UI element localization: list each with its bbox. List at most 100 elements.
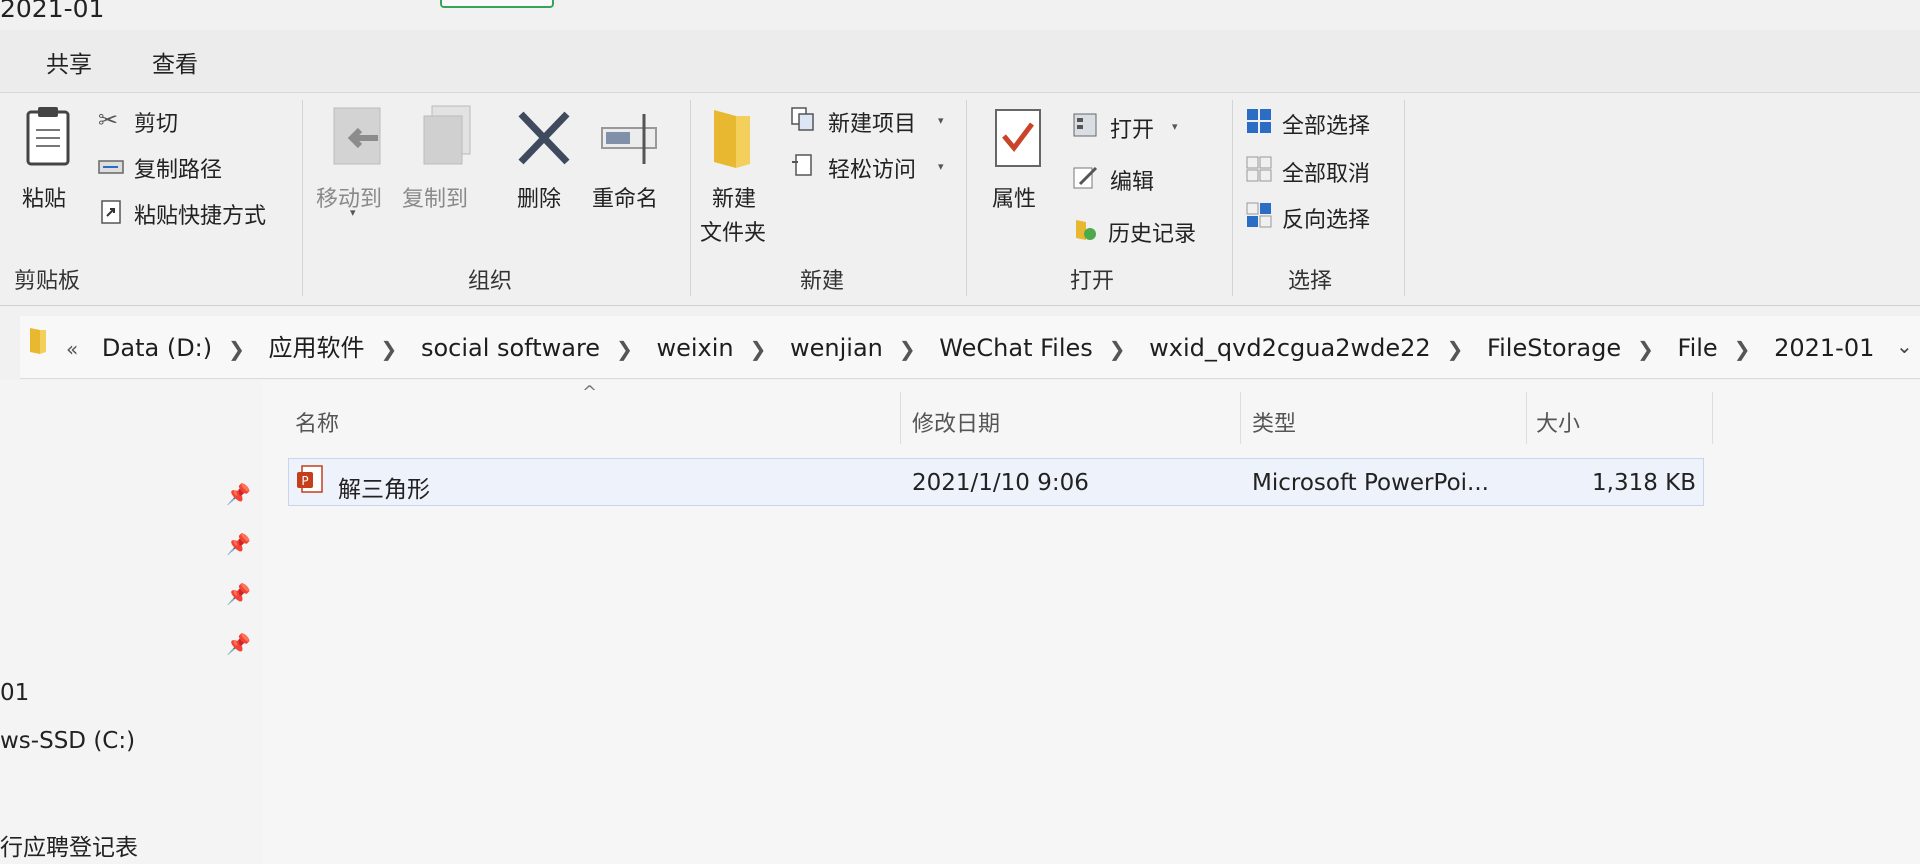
copy-to-label: 复制到 — [402, 187, 469, 212]
organize-group-label: 组织 — [468, 269, 513, 294]
file-size: 1,318 KB — [1592, 470, 1697, 496]
edit-label: 编辑 — [1110, 170, 1155, 195]
column-header-size[interactable]: 大小 — [1536, 406, 1580, 438]
easy-access-icon — [792, 154, 812, 176]
new-folder-button[interactable] — [706, 106, 764, 174]
chevron-right-icon[interactable]: ❯ — [228, 337, 245, 361]
delete-button[interactable] — [515, 108, 573, 176]
nav-item-registration-form[interactable]: 行应聘登记表 — [0, 828, 138, 862]
nav-item-drive-c[interactable]: ws-SSD (C:) — [0, 728, 135, 754]
menu-view[interactable]: 查看 — [152, 45, 198, 79]
chevron-right-icon[interactable]: ❯ — [1109, 337, 1126, 361]
invert-selection-label: 反向选择 — [1282, 208, 1371, 233]
menu-share[interactable]: 共享 — [46, 45, 92, 79]
ribbon-divider — [1404, 100, 1405, 296]
rename-button[interactable] — [600, 108, 658, 176]
powerpoint-file-icon: P — [297, 465, 323, 493]
new-folder-label-line2: 文件夹 — [700, 221, 767, 246]
history-icon — [1076, 220, 1096, 240]
edit-pencil-icon — [1073, 166, 1098, 189]
nav-item-folder[interactable]: 01 — [0, 680, 29, 706]
chevron-right-icon[interactable]: ❯ — [1637, 337, 1654, 361]
paste-shortcut-icon — [101, 200, 121, 224]
sort-ascending-icon: ^ — [582, 382, 598, 403]
column-header-date[interactable]: 修改日期 — [912, 406, 1000, 438]
chevron-right-icon[interactable]: ❯ — [1447, 337, 1464, 361]
chevron-right-icon[interactable]: ❯ — [1734, 337, 1751, 361]
properties-check-icon — [995, 109, 1041, 167]
invert-selection-icon — [1246, 202, 1272, 228]
new-group-label: 新建 — [800, 269, 845, 294]
breadcrumb: « Data (D:) ❯ 应用软件 ❯ social software ❯ weix… — [66, 328, 1874, 363]
column-divider[interactable] — [1712, 392, 1713, 444]
dropdown-arrow-icon: ▾ — [938, 160, 944, 173]
column-divider[interactable] — [1526, 392, 1527, 444]
breadcrumb-item[interactable]: FileStorage — [1487, 334, 1621, 362]
open-label: 打开 — [1110, 118, 1155, 143]
select-group-label: 选择 — [1288, 269, 1333, 294]
breadcrumb-item[interactable]: File — [1678, 334, 1718, 362]
paste-shortcut-label: 粘贴快捷方式 — [134, 204, 267, 229]
properties-label: 属性 — [992, 187, 1037, 212]
chevron-right-icon[interactable]: ❯ — [381, 337, 398, 361]
file-list-pane — [262, 380, 1920, 864]
breadcrumb-item[interactable]: 应用软件 — [269, 328, 365, 363]
new-folder-label-line1: 新建 — [712, 187, 757, 212]
dropdown-arrow-icon: ▾ — [1172, 120, 1178, 133]
column-header-name[interactable]: 名称 — [295, 406, 339, 438]
move-to-icon — [333, 107, 381, 165]
history-label: 历史记录 — [1108, 222, 1197, 247]
pin-icon[interactable]: 📌 — [226, 632, 251, 656]
paste-button[interactable] — [20, 104, 78, 172]
new-item-label: 新建项目 — [828, 112, 917, 137]
pin-icon[interactable]: 📌 — [226, 482, 251, 506]
move-to-button[interactable]: ▾ — [330, 104, 388, 219]
folder-icon — [714, 110, 750, 168]
pin-icon[interactable]: 📌 — [226, 532, 251, 556]
breadcrumb-item[interactable]: wxid_qvd2cgua2wde22 — [1149, 334, 1430, 362]
clipboard-group-label: 剪贴板 — [14, 269, 81, 294]
column-divider[interactable] — [1240, 392, 1241, 444]
dropdown-arrow-icon: ▾ — [938, 114, 944, 127]
select-all-label: 全部选择 — [1282, 114, 1371, 139]
rename-icon — [601, 114, 657, 164]
file-date: 2021/1/10 9:06 — [912, 470, 1089, 496]
breadcrumb-item[interactable]: WeChat Files — [939, 334, 1092, 362]
breadcrumb-item[interactable]: wenjian — [790, 334, 883, 362]
open-icon — [1073, 113, 1097, 137]
address-dropdown-chevron-icon[interactable]: ⌄ — [1896, 334, 1913, 358]
ribbon-divider — [690, 100, 691, 296]
ribbon — [0, 93, 1920, 306]
easy-access-label: 轻松访问 — [828, 158, 917, 183]
pin-icon[interactable]: 📌 — [226, 582, 251, 606]
column-divider[interactable] — [900, 392, 901, 444]
file-type: Microsoft PowerPoi... — [1252, 470, 1489, 496]
properties-button[interactable] — [990, 106, 1048, 174]
menu-bar — [0, 30, 1920, 93]
breadcrumb-item[interactable]: weixin — [656, 334, 733, 362]
paste-label: 粘贴 — [22, 187, 67, 212]
file-name: 解三角形 — [338, 477, 430, 503]
chevron-right-icon[interactable]: ❯ — [899, 337, 916, 361]
delete-label: 删除 — [517, 187, 562, 212]
copy-path-icon — [98, 160, 124, 174]
window-title: 2021-01 — [0, 0, 105, 23]
breadcrumb-item[interactable]: social software — [421, 334, 600, 362]
ribbon-divider — [1232, 100, 1233, 296]
breadcrumb-item[interactable]: 2021-01 — [1774, 334, 1874, 362]
open-group-label: 打开 — [1070, 269, 1115, 294]
top-highlight-button[interactable] — [440, 0, 554, 8]
column-header-type[interactable]: 类型 — [1252, 406, 1296, 438]
copy-to-button[interactable] — [418, 104, 476, 172]
folder-icon — [30, 328, 46, 354]
select-all-icon — [1247, 109, 1271, 133]
clipboard-icon — [26, 107, 70, 166]
move-to-label: 移动到 — [316, 187, 383, 212]
breadcrumb-item[interactable]: Data (D:) — [102, 334, 212, 362]
chevron-right-icon[interactable]: ❯ — [616, 337, 633, 361]
chevron-right-icon[interactable]: ❯ — [750, 337, 767, 361]
delete-x-icon — [518, 111, 570, 165]
rename-label: 重命名 — [592, 187, 659, 212]
breadcrumb-overflow[interactable]: « — [66, 337, 78, 361]
new-item-icon — [791, 107, 814, 131]
